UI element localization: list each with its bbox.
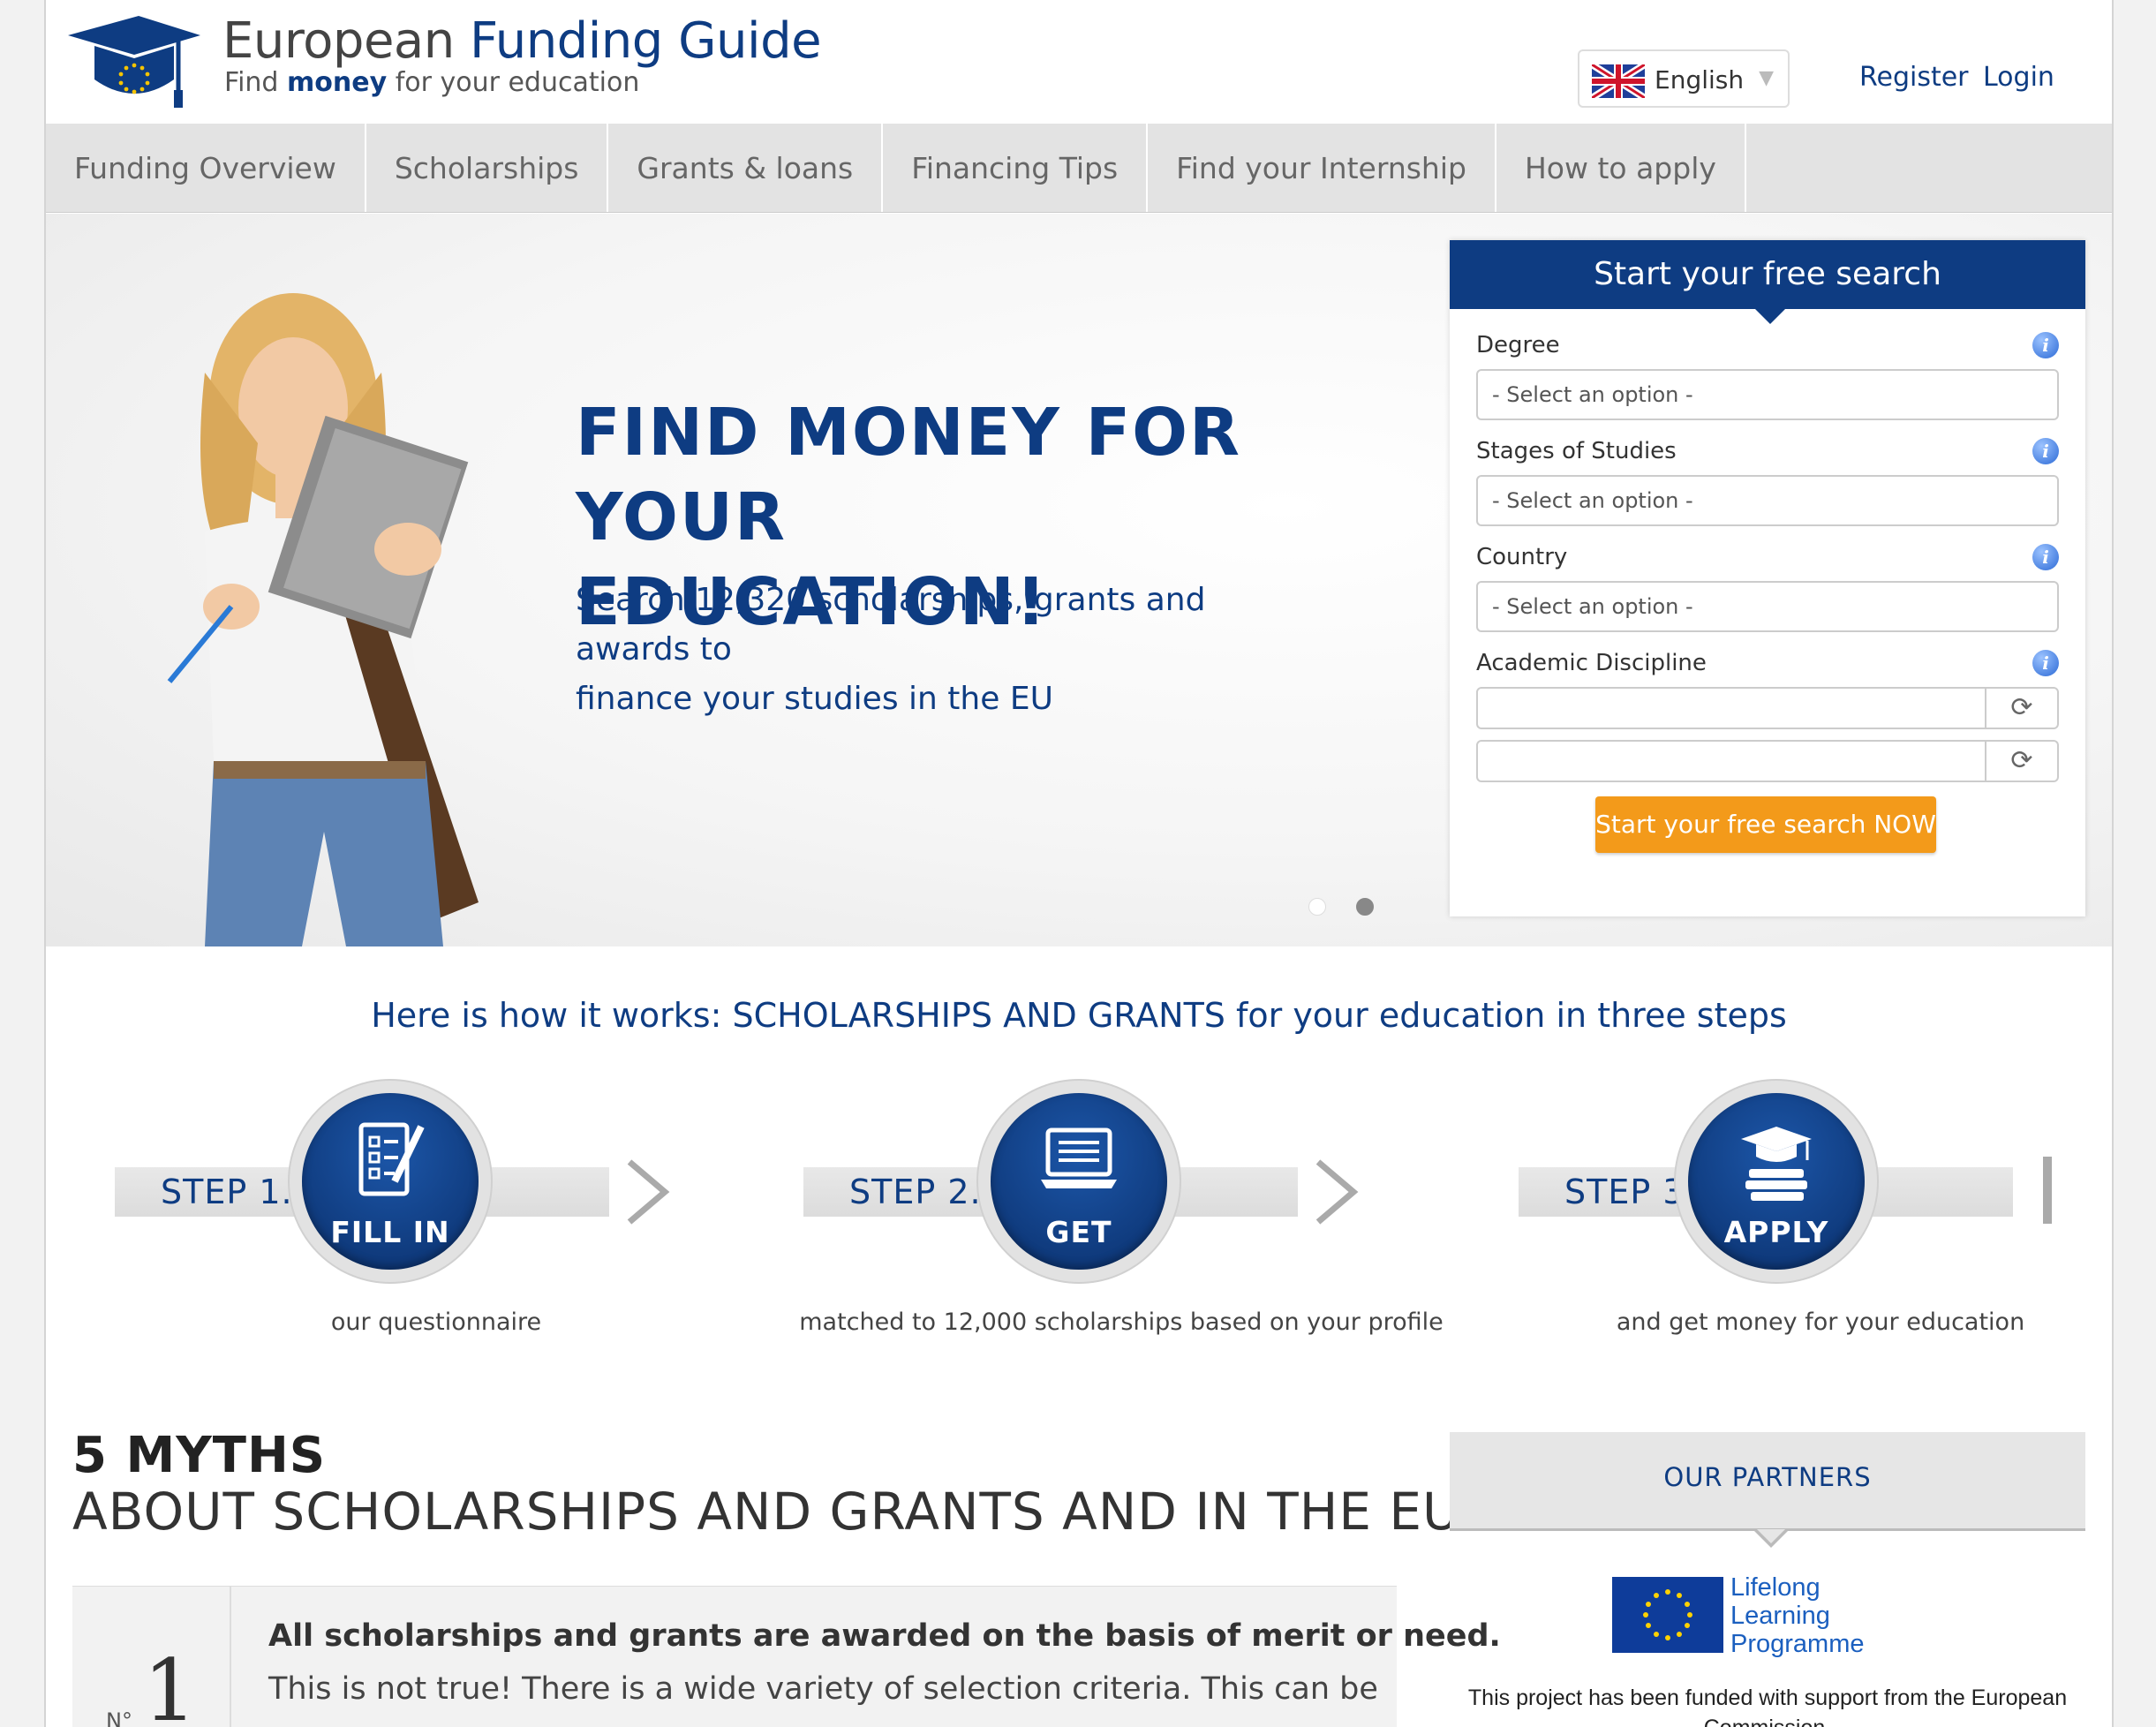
chevron-down-icon: ▼ bbox=[1759, 67, 1774, 89]
info-icon[interactable]: i bbox=[2032, 544, 2059, 570]
nav-grants-loans[interactable]: Grants & loans bbox=[608, 124, 884, 212]
hero-headline-line: FIND MONEY FOR bbox=[576, 395, 1242, 471]
main-nav: Funding Overview Scholarships Grants & l… bbox=[46, 124, 2112, 213]
language-select[interactable]: English ▼ bbox=[1578, 49, 1790, 108]
partners-notch bbox=[1757, 1529, 1785, 1543]
myths-heading: 5 MYTHS bbox=[72, 1427, 327, 1484]
country-select[interactable]: - Select an option - bbox=[1476, 581, 2059, 632]
step-label: STEP 2. bbox=[849, 1173, 982, 1211]
stages-select[interactable]: - Select an option - bbox=[1476, 475, 2059, 526]
step-word: FILL IN bbox=[330, 1215, 450, 1249]
refresh-icon[interactable]: ⟳ bbox=[1985, 742, 2057, 781]
step-circle[interactable]: GET bbox=[976, 1079, 1181, 1284]
myth-item: N° 1 All scholarships and grants are awa… bbox=[72, 1586, 1501, 1727]
myths-subheading: ABOUT SCHOLARSHIPS AND GRANTS AND IN THE… bbox=[72, 1482, 1461, 1542]
register-link[interactable]: Register bbox=[1859, 62, 1969, 93]
info-icon[interactable]: i bbox=[2032, 650, 2059, 676]
info-icon[interactable]: i bbox=[2032, 438, 2059, 464]
partners-title: OUR PARTNERS bbox=[1663, 1462, 1872, 1492]
tagline-part: Find bbox=[224, 67, 288, 98]
degree-label: Degree bbox=[1476, 332, 1560, 358]
llp-line: Lifelong bbox=[1730, 1573, 1821, 1602]
partners-panel: OUR PARTNERS bbox=[1450, 1432, 2085, 1548]
carousel-dots bbox=[1308, 898, 1374, 916]
discipline-input[interactable]: ⟳ bbox=[1476, 687, 2059, 729]
hero-subtitle: Search 12,320 scholarships, grants and a… bbox=[576, 576, 1300, 724]
site-tagline: Find money for your education bbox=[224, 67, 639, 98]
degree-select[interactable]: - Select an option - bbox=[1476, 369, 2059, 420]
discipline-input[interactable]: ⟳ bbox=[1476, 740, 2059, 782]
nav-find-internship[interactable]: Find your Internship bbox=[1148, 124, 1496, 212]
step-caption: matched to 12,000 scholarships based on … bbox=[799, 1308, 1444, 1336]
myth-statement: All scholarships and grants are awarded … bbox=[268, 1618, 1501, 1654]
myth-number: 1 bbox=[143, 1641, 198, 1727]
refresh-icon[interactable]: ⟳ bbox=[1985, 689, 2057, 728]
tagline-part: for your education bbox=[387, 67, 640, 98]
stages-label: Stages of Studies bbox=[1476, 438, 1677, 464]
questionnaire-icon bbox=[358, 1122, 425, 1196]
funding-notice: This project has been funded with suppor… bbox=[1467, 1686, 2068, 1727]
chevron-right-icon bbox=[627, 1159, 670, 1225]
carousel-dot-active[interactable] bbox=[1356, 898, 1374, 916]
llp-logo-text[interactable]: Lifelong Learning Programme bbox=[1730, 1573, 1942, 1658]
student-photo bbox=[167, 293, 479, 946]
hero-subtitle-line: Search 12,320 scholarships, grants and a… bbox=[576, 582, 1206, 667]
step-word: APPLY bbox=[1723, 1215, 1829, 1249]
info-icon[interactable]: i bbox=[2032, 332, 2059, 358]
search-panel-title: Start your free search bbox=[1450, 240, 2085, 324]
site-header: European Funding Guide Find money for yo… bbox=[46, 0, 2112, 124]
tagline-part: money bbox=[287, 67, 388, 98]
myth-explanation: This is not true! There is a wide variet… bbox=[268, 1671, 1378, 1707]
login-link[interactable]: Login bbox=[1983, 62, 2054, 93]
laptop-icon bbox=[1041, 1127, 1117, 1188]
site-title-part: European bbox=[222, 12, 471, 70]
step-end-marker bbox=[2043, 1157, 2052, 1224]
how-it-works-title: Here is how it works: SCHOLARSHIPS AND G… bbox=[371, 996, 1787, 1035]
step-1: STEP 1. FILL IN bbox=[115, 1079, 680, 1344]
hero-subtitle-line: finance your studies in the EU bbox=[576, 681, 1053, 717]
nav-scholarships[interactable]: Scholarships bbox=[366, 124, 609, 212]
step-word: GET bbox=[1045, 1215, 1112, 1249]
site-title-part: Funding Guide bbox=[470, 12, 822, 70]
myth-number-prefix: N° bbox=[106, 1708, 132, 1727]
llp-line: Learning bbox=[1730, 1602, 1830, 1630]
language-label: English bbox=[1655, 65, 1745, 94]
start-search-button[interactable]: Start your free search NOW bbox=[1595, 796, 1936, 853]
step-circle[interactable]: FILL IN bbox=[288, 1079, 493, 1284]
carousel-dot[interactable] bbox=[1308, 898, 1326, 916]
nav-financing-tips[interactable]: Financing Tips bbox=[883, 124, 1149, 212]
step-3: STEP 3. APPLY bbox=[1519, 1079, 2084, 1344]
step-circle[interactable]: APPLY bbox=[1674, 1079, 1879, 1284]
step-circle-inner: GET bbox=[991, 1093, 1167, 1270]
nav-how-to-apply[interactable]: How to apply bbox=[1496, 124, 1746, 212]
graduation-books-icon bbox=[1741, 1127, 1812, 1201]
step-caption: our questionnaire bbox=[330, 1308, 542, 1336]
nav-funding-overview[interactable]: Funding Overview bbox=[46, 124, 366, 212]
eu-flag-icon[interactable] bbox=[1612, 1577, 1723, 1653]
country-label: Country bbox=[1476, 544, 1568, 570]
llp-line: Programme bbox=[1730, 1630, 1865, 1658]
myth-number-box: N° 1 bbox=[72, 1587, 231, 1727]
discipline-label: Academic Discipline bbox=[1476, 650, 1707, 676]
step-circle-inner: APPLY bbox=[1688, 1093, 1865, 1270]
step-label: STEP 1. bbox=[161, 1173, 293, 1211]
step-2: STEP 2. GET bbox=[803, 1079, 1368, 1344]
step-circle-inner: FILL IN bbox=[302, 1093, 479, 1270]
graduation-cap-logo-icon[interactable] bbox=[64, 9, 205, 110]
search-panel: Start your free search Degree i - Select… bbox=[1450, 240, 2085, 916]
uk-flag-icon bbox=[1592, 64, 1645, 98]
chevron-right-icon bbox=[1315, 1159, 1359, 1225]
site-title[interactable]: European Funding Guide bbox=[222, 12, 822, 70]
step-caption: and get money for your education bbox=[1616, 1308, 2025, 1336]
page: European Funding Guide Find money for yo… bbox=[44, 0, 2114, 1727]
